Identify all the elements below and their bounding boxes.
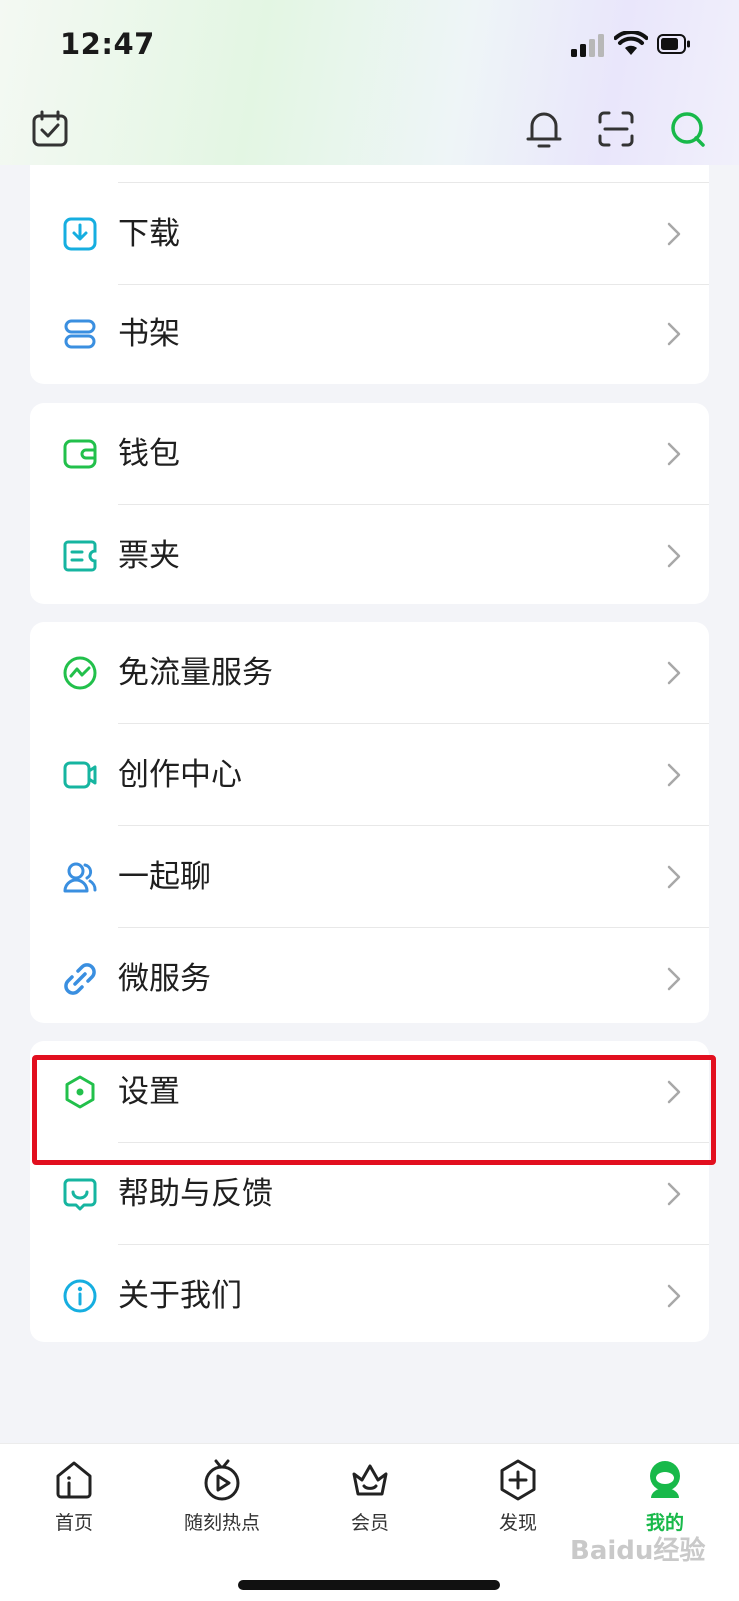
bell-icon[interactable] — [520, 105, 568, 153]
wallet-icon — [63, 439, 97, 469]
chevron-right-icon — [667, 322, 681, 346]
chevron-right-icon — [667, 661, 681, 685]
tab-label: 随刻热点 — [183, 1512, 260, 1534]
home-indicator — [238, 1580, 500, 1590]
tab-vip[interactable]: 会员 — [296, 1444, 444, 1554]
users-icon — [63, 862, 97, 893]
link-icon — [64, 963, 96, 995]
profile-avatar-icon — [650, 1461, 680, 1498]
bookshelf-icon — [64, 319, 96, 349]
menu-group-finance: 钱包 票夹 — [30, 403, 709, 604]
home-icon — [56, 1461, 92, 1499]
menu-group-storage: 下载 书架 — [30, 165, 709, 384]
menu-item-micro-service[interactable]: 微服务 — [30, 928, 709, 1023]
search-icon[interactable] — [664, 105, 712, 153]
menu-item-settings[interactable]: 设置 — [30, 1041, 709, 1143]
play-hot-icon — [204, 1459, 240, 1501]
vip-basket-icon — [352, 1464, 388, 1496]
tab-label: 会员 — [350, 1512, 389, 1534]
chevron-right-icon — [667, 222, 681, 246]
chevron-right-icon — [667, 763, 681, 787]
tab-label: 首页 — [54, 1512, 93, 1534]
menu-group-services: 免流量服务 创作中心 一起聊 微服务 — [30, 622, 709, 1023]
tab-hot[interactable]: 随刻热点 — [148, 1444, 296, 1554]
video-camera-icon — [63, 761, 97, 789]
menu-item-traffic-free[interactable]: 免流量服务 — [30, 622, 709, 724]
battery-icon — [657, 34, 690, 54]
info-icon — [63, 1279, 97, 1313]
top-header — [0, 95, 739, 165]
menu-item-label: 下载 — [118, 216, 180, 252]
menu-item-wallet[interactable]: 钱包 — [30, 403, 709, 505]
bottom-tab-bar: 首页 随刻热点 会员 发现 我的 — [0, 1443, 739, 1601]
traffic-free-icon — [63, 656, 97, 690]
status-bar: 12:47 — [0, 0, 739, 95]
chevron-right-icon — [667, 544, 681, 568]
chevron-right-icon — [667, 442, 681, 466]
discover-plus-icon — [500, 1459, 536, 1501]
menu-item-creator-center[interactable]: 创作中心 — [30, 724, 709, 826]
feedback-icon — [63, 1178, 97, 1211]
wifi-icon — [614, 31, 648, 55]
chevron-right-icon — [667, 1182, 681, 1206]
menu-item-label: 书架 — [118, 316, 180, 352]
download-icon — [63, 217, 97, 251]
settings-hexagon-icon — [65, 1075, 95, 1109]
menu-item-label: 微服务 — [118, 961, 211, 997]
menu-item-about-us[interactable]: 关于我们 — [30, 1245, 709, 1342]
menu-item-label: 免流量服务 — [118, 655, 273, 691]
scan-icon[interactable] — [592, 105, 640, 153]
menu-group-app: 设置 帮助与反馈 关于我们 — [30, 1041, 709, 1342]
watermark: Baidu经验 — [570, 1536, 706, 1566]
chevron-right-icon — [667, 967, 681, 991]
ticket-icon — [63, 540, 97, 572]
menu-item-help-feedback[interactable]: 帮助与反馈 — [30, 1143, 709, 1245]
chevron-right-icon — [667, 1080, 681, 1104]
menu-item-label: 票夹 — [118, 538, 180, 574]
menu-item-bookshelf[interactable]: 书架 — [30, 283, 709, 384]
menu-item-download[interactable]: 下载 — [30, 183, 709, 285]
menu-item-label: 帮助与反馈 — [118, 1176, 273, 1212]
menu-item-label: 设置 — [118, 1074, 180, 1110]
menu-list: 下载 书架 钱包 票夹 免流量服务 创作中心 一起聊 微服务 设置 帮助与反馈 … — [0, 165, 739, 1443]
cellular-signal-icon — [571, 34, 604, 57]
menu-item-label: 钱包 — [118, 436, 180, 472]
chevron-right-icon — [667, 1284, 681, 1308]
menu-item-label: 关于我们 — [118, 1278, 242, 1314]
calendar-check-icon[interactable] — [26, 105, 74, 153]
menu-item-label: 一起聊 — [118, 859, 211, 895]
tab-home[interactable]: 首页 — [0, 1444, 148, 1554]
status-time: 12:47 — [60, 27, 155, 61]
menu-item-label: 创作中心 — [118, 757, 242, 793]
menu-item-chat-together[interactable]: 一起聊 — [30, 826, 709, 928]
menu-item-ticket[interactable]: 票夹 — [30, 505, 709, 604]
chevron-right-icon — [667, 865, 681, 889]
